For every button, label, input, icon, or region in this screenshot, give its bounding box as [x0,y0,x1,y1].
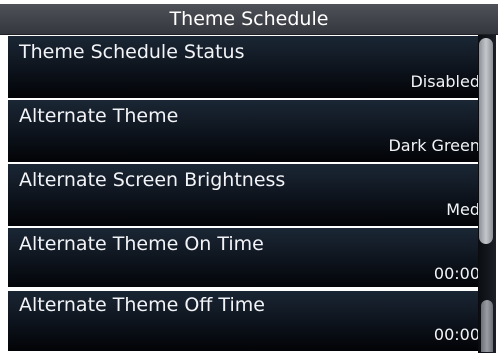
setting-label: Alternate Theme Off Time [19,294,265,316]
setting-row-alternate-theme-on-time[interactable]: Alternate Theme On Time 00:00 [8,228,488,290]
setting-row-alternate-theme-off-time[interactable]: Alternate Theme Off Time 00:00 [8,289,488,351]
setting-label: Theme Schedule Status [19,41,245,63]
scrollbar-thumb[interactable] [479,38,493,244]
page-title: Theme Schedule [0,4,498,35]
setting-label: Alternate Screen Brightness [19,169,286,191]
setting-value: Med [446,200,480,219]
setting-row-theme-schedule-status[interactable]: Theme Schedule Status Disabled [8,36,488,98]
setting-row-alternate-screen-brightness[interactable]: Alternate Screen Brightness Med [8,164,488,226]
scrollbar-thumb-lower[interactable] [481,300,493,352]
setting-row-alternate-theme[interactable]: Alternate Theme Dark Green [8,100,488,162]
setting-value: Disabled [410,72,480,91]
setting-value: 00:00 [433,325,480,344]
setting-value: 00:00 [433,264,480,283]
setting-label: Alternate Theme On Time [19,233,264,255]
setting-value: Dark Green [388,136,480,155]
setting-label: Alternate Theme [19,105,179,127]
screenshot-divider [0,287,498,291]
theme-schedule-screen: Theme Schedule Theme Schedule Status Dis… [0,0,498,353]
